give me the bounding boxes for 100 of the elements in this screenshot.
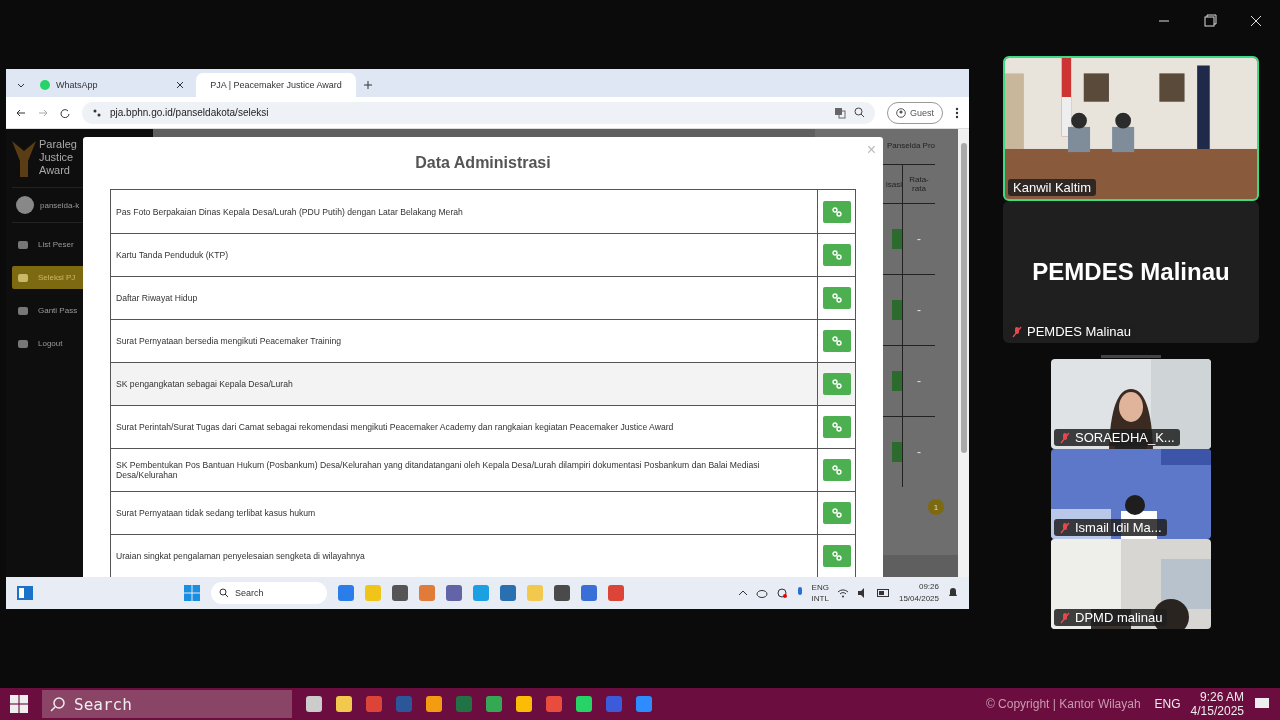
cloud-icon[interactable] [755, 588, 768, 598]
close-icon[interactable] [176, 81, 184, 89]
link-icon [831, 508, 842, 518]
search-field[interactable]: Search [211, 582, 327, 604]
video-tile[interactable]: SORAEDHA_K... [1051, 359, 1211, 449]
link-button[interactable] [822, 244, 851, 266]
video-tile[interactable]: Kanwil Kaltim [1003, 56, 1259, 201]
menu-icon[interactable] [955, 106, 959, 119]
table-cell: - [902, 204, 935, 274]
document-label: Surat Perintah/Surat Tugas dari Camat sebagai rekomendasi mengikuti Peacemaker Academy dan rangkaian kegiatan Peacemaker Justice Award [115, 421, 675, 434]
link-icon [831, 206, 842, 217]
menu-item-icon [18, 306, 28, 315]
zoom-icon[interactable] [854, 107, 865, 118]
scrollbar[interactable] [958, 129, 969, 577]
app-icon[interactable] [392, 585, 408, 601]
wifi-icon[interactable] [836, 588, 849, 598]
participant-name: SORAEDHA_K... [1054, 429, 1180, 446]
link-button[interactable] [822, 200, 851, 223]
chat-icon [40, 80, 50, 90]
link-icon [831, 465, 842, 475]
translate-icon[interactable] [834, 106, 846, 119]
video-tile[interactable]: Ismail Idil Ma... [1051, 449, 1211, 539]
link-button[interactable] [822, 416, 851, 438]
start-icon[interactable] [10, 695, 28, 713]
app-icon[interactable] [446, 585, 462, 601]
muted-mic-icon [1059, 521, 1071, 534]
app-icon[interactable] [366, 696, 382, 712]
document-label: SK pengangkatan sebagai Kepala Desa/Lurah [115, 378, 294, 391]
battery-icon[interactable] [876, 589, 891, 597]
copyright-text: © Copyright | Kantor Wilayah [985, 697, 1141, 711]
table-cell: - [902, 417, 935, 487]
app-icon[interactable] [306, 696, 322, 712]
menu-item-icon [18, 240, 28, 249]
brand-text: Award [39, 163, 71, 177]
app-icon[interactable] [581, 585, 597, 601]
document-label: Surat Pernyataan tidak sedang terlibat kasus hukum [115, 507, 317, 520]
participant-name: Ismail Idil Ma... [1054, 519, 1167, 536]
app-icon[interactable] [546, 696, 562, 712]
app-icon[interactable] [608, 585, 624, 601]
app-icon[interactable] [516, 696, 532, 712]
forward-icon[interactable] [38, 107, 48, 118]
app-icon[interactable] [338, 585, 354, 601]
modal-title: Data Administrasi [415, 154, 551, 172]
table-cell: - [902, 346, 935, 416]
sync-icon[interactable] [775, 587, 788, 599]
column-header: isasi [885, 178, 902, 191]
app-icon[interactable] [576, 696, 592, 712]
site-settings-icon[interactable] [92, 107, 102, 118]
link-icon [831, 379, 842, 389]
link-icon [831, 336, 842, 346]
participant-display-name: PEMDES Malinau [1032, 258, 1230, 286]
address-bar[interactable]: pja.bphn.go.id/panseldakota/seleksi [82, 101, 875, 124]
link-button[interactable] [822, 373, 851, 395]
app-icon[interactable] [336, 696, 352, 712]
muted-mic-icon [1011, 325, 1023, 338]
app-icon[interactable] [396, 696, 412, 712]
link-button[interactable] [822, 459, 851, 481]
browser-tab[interactable]: WhatsApp [32, 73, 192, 97]
link-icon [831, 422, 842, 432]
link-button[interactable] [822, 287, 851, 309]
link-button[interactable] [822, 502, 851, 524]
table-cell: - [902, 275, 935, 345]
link-icon [831, 551, 842, 561]
page-button[interactable]: 1 [928, 499, 944, 515]
document-label: Pas Foto Berpakaian Dinas Kepala Desa/Lurah (PDU Putih) dengan Latar Belakang Merah [115, 205, 464, 219]
reload-icon[interactable] [60, 107, 70, 118]
video-tile[interactable]: DPMD malinau [1051, 539, 1211, 629]
app-icon[interactable] [486, 696, 502, 712]
start-icon[interactable] [184, 585, 200, 601]
brand-text: Paraleg [39, 137, 77, 151]
column-header: Rata-rata [902, 165, 935, 203]
widgets-icon[interactable] [16, 585, 34, 601]
app-icon[interactable] [636, 696, 652, 712]
clock[interactable]: 9:26 AM 4/15/2025 [1190, 690, 1244, 718]
link-button[interactable] [822, 330, 851, 352]
column-header: Panselda Pro [885, 140, 935, 152]
app-icon[interactable] [554, 585, 570, 601]
app-icon[interactable] [500, 585, 516, 601]
profile-icon [896, 107, 906, 118]
app-icon[interactable] [473, 585, 489, 601]
app-icon[interactable] [419, 585, 435, 601]
participant-tile[interactable]: PEMDES Malinau PEMDES Malinau [1003, 201, 1259, 343]
link-button[interactable] [822, 545, 851, 567]
user-name: panselda-k [40, 200, 80, 210]
app-icon[interactable] [426, 696, 442, 712]
clock[interactable]: 09:26 15/04/2025 [898, 581, 939, 605]
document-label: Surat Pernyataan bersedia mengikuti Peacemaker Training [115, 335, 342, 348]
language-indicator[interactable]: ENG [1154, 697, 1181, 711]
document-label: Kartu Tanda Penduduk (KTP) [115, 249, 230, 262]
chevron-up-icon[interactable] [737, 589, 748, 597]
document-label: SK Pembentukan Pos Bantuan Hukum (Posbankum) Desa/Kelurahan yang ditandatangani oleh Kepala Desa/Lurah dilampiri dokumentasi Posbankum dan Balai Mediasi Desa/Kelurahan [115, 459, 761, 482]
participant-name: DPMD malinau [1054, 609, 1168, 626]
browser-tab[interactable]: PJA | Peacemaker Justice Award [196, 73, 356, 97]
back-icon[interactable] [16, 107, 26, 118]
link-icon [831, 293, 842, 303]
language-indicator[interactable]: ENG INTL [811, 582, 829, 604]
app-icon[interactable] [456, 696, 472, 712]
app-icon[interactable] [606, 696, 622, 712]
menu-item-icon [18, 339, 28, 348]
search-field[interactable]: Search [42, 690, 292, 718]
